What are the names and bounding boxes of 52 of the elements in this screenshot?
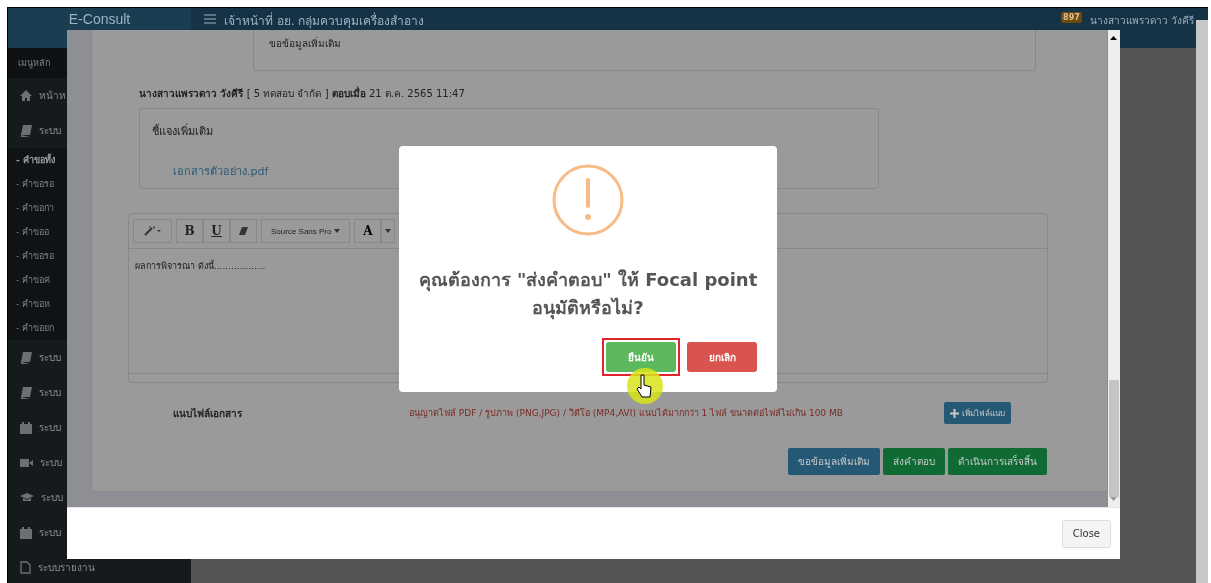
sidebar-item[interactable]: ระบบ: [40, 455, 62, 470]
file-limit-note: อนุญาตไฟล์ PDF / รูปภาพ (PNG,JPG) / วิดีโอ (MP4,AVI) แนบได้มากกว่า 1 ไฟล์ ขนาดต่อไฟล์ไม่เกิน 100 MB: [409, 407, 844, 420]
plus-icon: [950, 408, 959, 418]
bold-button[interactable]: B: [176, 219, 203, 243]
eraser-button[interactable]: [230, 219, 257, 243]
sidebar-item[interactable]: หน้าห: [39, 88, 66, 103]
calendar-icon: [20, 526, 32, 539]
scroll-up-icon[interactable]: [1110, 36, 1117, 40]
magic-wand-button[interactable]: [133, 219, 172, 243]
action-button[interactable]: ดำเนินการเสร็จสิ้น: [948, 448, 1047, 475]
warning-icon: [552, 164, 624, 236]
sidebar-item[interactable]: ระบบ: [41, 490, 63, 505]
reply-header: นางสาวแพรวดาว วังคีรี [ 5 ทดสอบ จำกัด ] ตอบเมื่อ 21 ต.ค. 2565 11:47: [139, 86, 466, 101]
reply-text: ชี้แจงเพิ่มเติม: [152, 122, 214, 140]
highlight-color-button[interactable]: A: [354, 219, 382, 243]
book-icon: [20, 351, 32, 364]
add-file-button[interactable]: เพิ่มไฟล์แนบ: [944, 402, 1011, 424]
user-name[interactable]: นางสาวแพรวดาว วังคีรี: [1089, 13, 1194, 28]
notification-badge[interactable]: 897: [1061, 12, 1082, 23]
dialog-message: คุณต้องการ "ส่งคำตอบ" ให้ Focal point อนุมัติหรือไม่?: [418, 268, 758, 322]
attach-label: แนบไฟล์เอกสาร: [172, 406, 243, 421]
sidebar-item[interactable]: ระบบรายงาน: [38, 560, 95, 575]
modal-scrollbar[interactable]: [1108, 30, 1120, 507]
document-icon: [20, 561, 31, 574]
sidebar-item[interactable]: ระบบ: [39, 350, 61, 365]
cancel-button[interactable]: ยกเลิก: [687, 342, 757, 372]
color-dropdown-button[interactable]: [381, 219, 396, 243]
calendar-icon: [20, 421, 32, 434]
graduation-cap-icon: [20, 492, 34, 503]
sidebar-item[interactable]: ระบบ: [39, 385, 61, 400]
video-camera-icon: [20, 457, 33, 468]
eraser-icon: [239, 227, 248, 235]
book-icon: [20, 124, 32, 137]
editor-text[interactable]: ผลการพิจารณา ดังนี้..................: [135, 261, 266, 271]
magic-wand-icon: [143, 226, 162, 236]
home-icon: [20, 90, 32, 101]
underline-button[interactable]: U: [203, 219, 230, 243]
sidebar-item[interactable]: ระบบ: [39, 525, 61, 540]
close-button[interactable]: Close: [1061, 519, 1111, 548]
menu-icon[interactable]: [204, 14, 216, 24]
font-dropdown[interactable]: Source Sans Pro: [261, 219, 351, 243]
book-icon: [20, 386, 32, 399]
sidebar-item[interactable]: ระบบ: [39, 123, 61, 138]
action-button[interactable]: ขอข้อมูลเพิ่มเติม: [788, 448, 880, 475]
caret-icon: [385, 229, 392, 233]
page-scrollbar[interactable]: [1196, 20, 1208, 583]
message-text: ขอข้อมูลเพิ่มเติม: [269, 38, 341, 49]
sidebar-item[interactable]: ระบบ: [39, 420, 61, 435]
caret-icon: [334, 229, 341, 233]
scrollbar-thumb[interactable]: [1109, 380, 1119, 497]
page-title: เจ้าหน้าที่ อย. กลุ่มควบคุมเครื่องสำอาง: [224, 11, 425, 30]
action-button[interactable]: ส่งคำตอบ: [883, 448, 945, 475]
